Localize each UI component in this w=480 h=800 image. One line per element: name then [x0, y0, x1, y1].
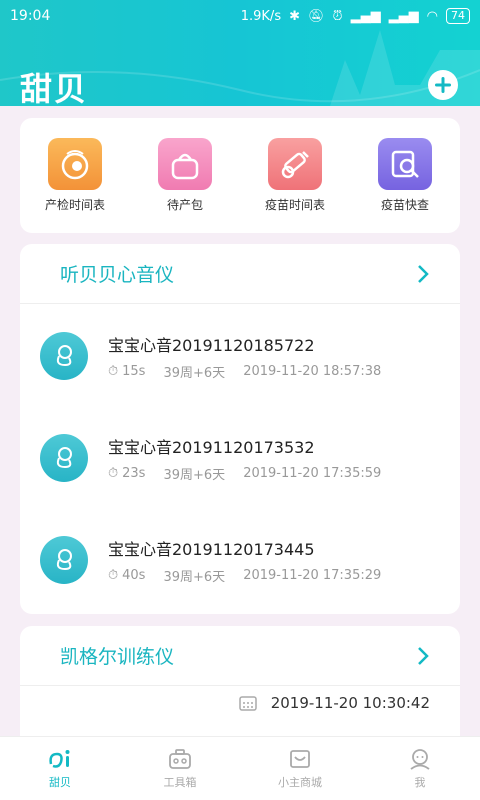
bluetooth-icon: ✱ — [289, 8, 300, 24]
tab-label: 甜贝 — [49, 775, 71, 789]
battery-indicator: 74 — [446, 8, 470, 24]
record-name: 宝宝心音20191120173532 — [108, 438, 315, 457]
record-week: 39周+6天 — [163, 366, 226, 381]
bag-icon — [158, 138, 212, 190]
record-duration: 15s — [122, 364, 146, 379]
vaccine-search-icon — [378, 138, 432, 190]
tab-label: 我 — [414, 775, 426, 789]
chevron-right-icon — [418, 646, 429, 665]
signal2-icon: ▂▄▆ — [388, 8, 419, 24]
tab-mall[interactable]: 小主商城 — [240, 737, 360, 800]
page-title: 甜贝 — [20, 70, 89, 106]
plus-icon — [435, 77, 451, 93]
heart-monitor-card: 听贝贝心音仪 宝宝心音20191120185722 ⏱ 15s 39周+6天 2… — [20, 244, 460, 614]
list-item[interactable]: 宝宝心音20191120173445 ⏱ 40s 39周+6天 2019-11-… — [20, 508, 460, 610]
record-meta: ⏱ 23s 39周+6天 2019-11-20 17:35:59 — [108, 464, 381, 483]
quick-actions-card: 产检时间表 待产包 疫苗时间表 疫苗快查 — [20, 118, 460, 233]
network-speed: 1.9K/s — [240, 8, 282, 24]
record-name: 宝宝心音20191120185722 — [108, 336, 315, 355]
tab-toolbox[interactable]: 工具箱 — [120, 737, 240, 800]
vaccine-schedule-icon — [268, 138, 322, 190]
quick-action-vaccine-search[interactable]: 疫苗快查 — [350, 138, 460, 233]
fetus-icon — [40, 536, 88, 584]
alarm-icon: ⏰︎ — [332, 8, 343, 24]
quick-action-label: 疫苗时间表 — [264, 198, 325, 212]
signal-icon: ▂▄▆ — [350, 8, 381, 24]
fetus-icon — [40, 332, 88, 380]
kegel-datetime: 2019-11-20 10:30:42 — [270, 694, 430, 712]
status-bar: 19:04 1.9K/s ✱ 🔕︎ ⏰︎ ▂▄▆ ▂▄▆ ◠ 74 — [0, 0, 480, 32]
record-name: 宝宝心音20191120173445 — [108, 540, 315, 559]
fetus-icon — [40, 434, 88, 482]
bottom-tab-bar: 甜贝 工具箱 小主商城 我 — [0, 736, 480, 800]
profile-icon — [410, 748, 430, 770]
chevron-right-icon — [418, 264, 429, 283]
record-datetime: 2019-11-20 17:35:59 — [243, 466, 382, 481]
kegel-header[interactable]: 凯格尔训练仪 — [20, 626, 460, 686]
record-week: 39周+6天 — [163, 468, 226, 483]
quick-action-label: 疫苗快查 — [380, 198, 429, 212]
tab-profile[interactable]: 我 — [360, 737, 480, 800]
section-title: 听贝贝心音仪 — [60, 264, 175, 286]
status-time: 19:04 — [10, 8, 51, 24]
toolbox-icon — [169, 748, 191, 769]
timer-icon: ⏱ — [108, 364, 119, 379]
add-button[interactable] — [428, 70, 458, 100]
mall-icon — [290, 749, 310, 768]
quick-action-prenatal-schedule[interactable]: 产检时间表 — [20, 138, 130, 233]
list-item[interactable]: 宝宝心音20191120185722 ⏱ 15s 39周+6天 2019-11-… — [20, 304, 460, 406]
quick-action-label: 产检时间表 — [44, 198, 105, 212]
quick-action-vaccine-schedule[interactable]: 疫苗时间表 — [240, 138, 350, 233]
record-duration: 23s — [122, 466, 146, 481]
record-week: 39周+6天 — [163, 570, 226, 585]
record-meta: ⏱ 15s 39周+6天 2019-11-20 18:57:38 — [108, 362, 381, 381]
tab-home[interactable]: 甜贝 — [0, 737, 120, 800]
calendar-icon — [238, 696, 257, 711]
mute-icon: 🔕︎ — [308, 8, 325, 24]
record-meta: ⏱ 40s 39周+6天 2019-11-20 17:35:29 — [108, 566, 381, 585]
quick-action-label: 待产包 — [166, 198, 203, 212]
list-item[interactable]: 宝宝心音20191120173532 ⏱ 23s 39周+6天 2019-11-… — [20, 406, 460, 508]
record-duration: 40s — [122, 568, 146, 583]
kegel-latest-row[interactable]: 2019-11-20 10:30:42 — [20, 686, 460, 712]
section-title: 凯格尔训练仪 — [60, 646, 175, 668]
record-datetime: 2019-11-20 18:57:38 — [243, 364, 382, 379]
wifi-icon: ◠ — [426, 8, 438, 24]
quick-action-delivery-bag[interactable]: 待产包 — [130, 138, 240, 233]
tab-label: 工具箱 — [163, 775, 197, 789]
timer-icon: ⏱ — [108, 568, 119, 583]
heart-monitor-header[interactable]: 听贝贝心音仪 — [20, 244, 460, 304]
record-datetime: 2019-11-20 17:35:29 — [243, 568, 382, 583]
prenatal-check-icon — [48, 138, 102, 190]
timer-icon: ⏱ — [108, 466, 119, 481]
app-header: 19:04 1.9K/s ✱ 🔕︎ ⏰︎ ▂▄▆ ▂▄▆ ◠ 74 甜贝 — [0, 0, 480, 106]
home-icon — [49, 749, 70, 768]
tab-label: 小主商城 — [278, 775, 322, 789]
